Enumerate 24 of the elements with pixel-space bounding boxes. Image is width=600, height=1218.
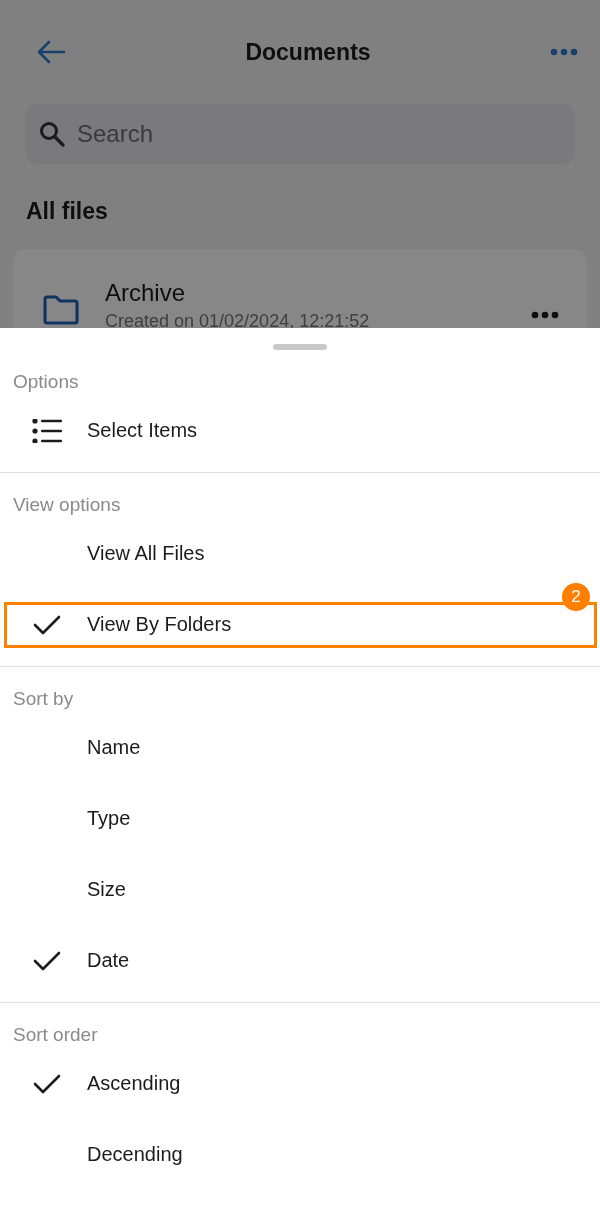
menu-item[interactable]: Size <box>87 878 126 901</box>
back-arrow-icon[interactable] <box>36 40 66 64</box>
menu-item[interactable]: Decending <box>87 1143 183 1166</box>
section-header: Sort order <box>12 1023 99 1047</box>
menu-item[interactable]: Date <box>87 949 130 972</box>
drag-handle[interactable] <box>273 344 327 350</box>
section-heading: All files <box>25 197 109 226</box>
page-title: Documents <box>245 38 371 66</box>
section-header: Sort by <box>12 687 75 711</box>
more-icon[interactable] <box>531 311 559 319</box>
menu-item[interactable]: Ascending <box>87 1072 181 1095</box>
more-icon[interactable] <box>550 48 578 56</box>
folder-icon <box>43 295 79 325</box>
menu-item[interactable]: View All Files <box>87 542 205 565</box>
list-icon <box>31 418 62 443</box>
menu-item[interactable]: Name <box>87 736 141 759</box>
step-badge: 2 <box>562 583 590 611</box>
folder-name: Archive <box>105 279 187 307</box>
menu-item[interactable]: View By Folders <box>87 613 232 636</box>
section-header: View options <box>12 493 122 517</box>
menu-item[interactable]: Type <box>87 807 131 830</box>
search-field[interactable]: Search <box>25 104 575 164</box>
section-header: Options <box>12 370 80 394</box>
menu-item[interactable]: Select Items <box>87 419 198 442</box>
